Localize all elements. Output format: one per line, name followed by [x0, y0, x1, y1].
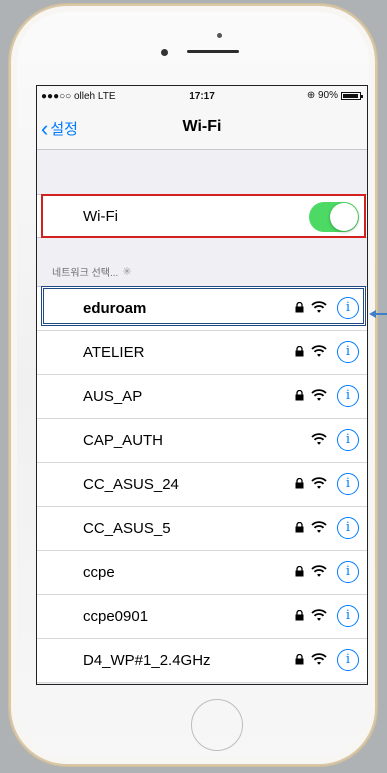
network-name: ATELIER: [83, 344, 145, 361]
network-row[interactable]: CC_ASUS_5 i: [37, 507, 367, 551]
battery-icon: [341, 91, 363, 100]
page-title: Wi-Fi: [182, 118, 222, 135]
network-row[interactable]: ccpe i: [37, 551, 367, 595]
info-icon[interactable]: i: [337, 341, 359, 363]
network-name: ccpe: [83, 564, 115, 581]
lock-icon: [295, 345, 304, 360]
network-row[interactable]: CC_ASUS_24 i: [37, 463, 367, 507]
info-icon[interactable]: i: [337, 385, 359, 407]
lock-icon: [295, 609, 304, 624]
info-icon[interactable]: i: [337, 561, 359, 583]
status-bar: ●●●○○ olleh LTE 17:17 ⊕ 90%: [37, 86, 367, 106]
highlight-red-box: [41, 194, 366, 238]
front-camera: [161, 49, 168, 56]
network-list: eduroam i ATELIER i AUS_AP i CAP_AUTH i CC_ASUS_…: [37, 286, 367, 683]
lock-icon: [295, 389, 304, 404]
screen: ●●●○○ olleh LTE 17:17 ⊕ 90% ‹ 설정 Wi-Fi W…: [36, 85, 368, 685]
network-row[interactable]: AUS_AP i: [37, 375, 367, 419]
section-header: 네트워크 선택... ✳: [52, 264, 132, 279]
lock-icon: [295, 565, 304, 580]
battery-indicator: ⊕ 90%: [306, 90, 363, 101]
wifi-signal-icon: [311, 520, 327, 534]
network-row[interactable]: ccpe0901 i: [37, 595, 367, 639]
home-button[interactable]: [191, 699, 243, 751]
wifi-signal-icon: [311, 344, 327, 358]
wifi-signal-icon: [311, 608, 327, 622]
wifi-signal-icon: [311, 652, 327, 666]
network-row[interactable]: D4_WP#1_2.4GHz i: [37, 639, 367, 683]
wifi-signal-icon: [311, 432, 327, 446]
lock-icon: [295, 653, 304, 668]
network-name: CC_ASUS_24: [83, 476, 179, 493]
highlight-blue-box: [41, 286, 366, 326]
network-row[interactable]: ATELIER i: [37, 331, 367, 375]
network-name: ccpe0901: [83, 608, 149, 625]
network-row[interactable]: CAP_AUTH i: [37, 419, 367, 463]
lock-icon: [295, 477, 304, 492]
earpiece-speaker: [187, 50, 239, 53]
network-name: D4_WP#1_2.4GHz: [83, 652, 211, 669]
info-icon[interactable]: i: [337, 605, 359, 627]
loading-spinner-icon: ✳: [122, 266, 131, 278]
network-name: AUS_AP: [83, 388, 143, 405]
info-icon[interactable]: i: [337, 473, 359, 495]
info-icon[interactable]: i: [337, 429, 359, 451]
lock-icon: [295, 521, 304, 536]
battery-percent: ⊕ 90%: [306, 90, 338, 101]
network-name: CAP_AUTH: [83, 432, 164, 449]
wifi-signal-icon: [311, 476, 327, 490]
wifi-signal-icon: [311, 388, 327, 402]
info-icon[interactable]: i: [337, 649, 359, 671]
choose-network-label: 네트워크 선택...: [52, 268, 119, 279]
arrow-pointer-icon: [369, 310, 387, 318]
info-icon[interactable]: i: [337, 517, 359, 539]
network-name: CC_ASUS_5: [83, 520, 171, 537]
wifi-signal-icon: [311, 564, 327, 578]
navigation-bar: ‹ 설정 Wi-Fi: [37, 106, 367, 150]
front-sensor: [217, 33, 222, 38]
